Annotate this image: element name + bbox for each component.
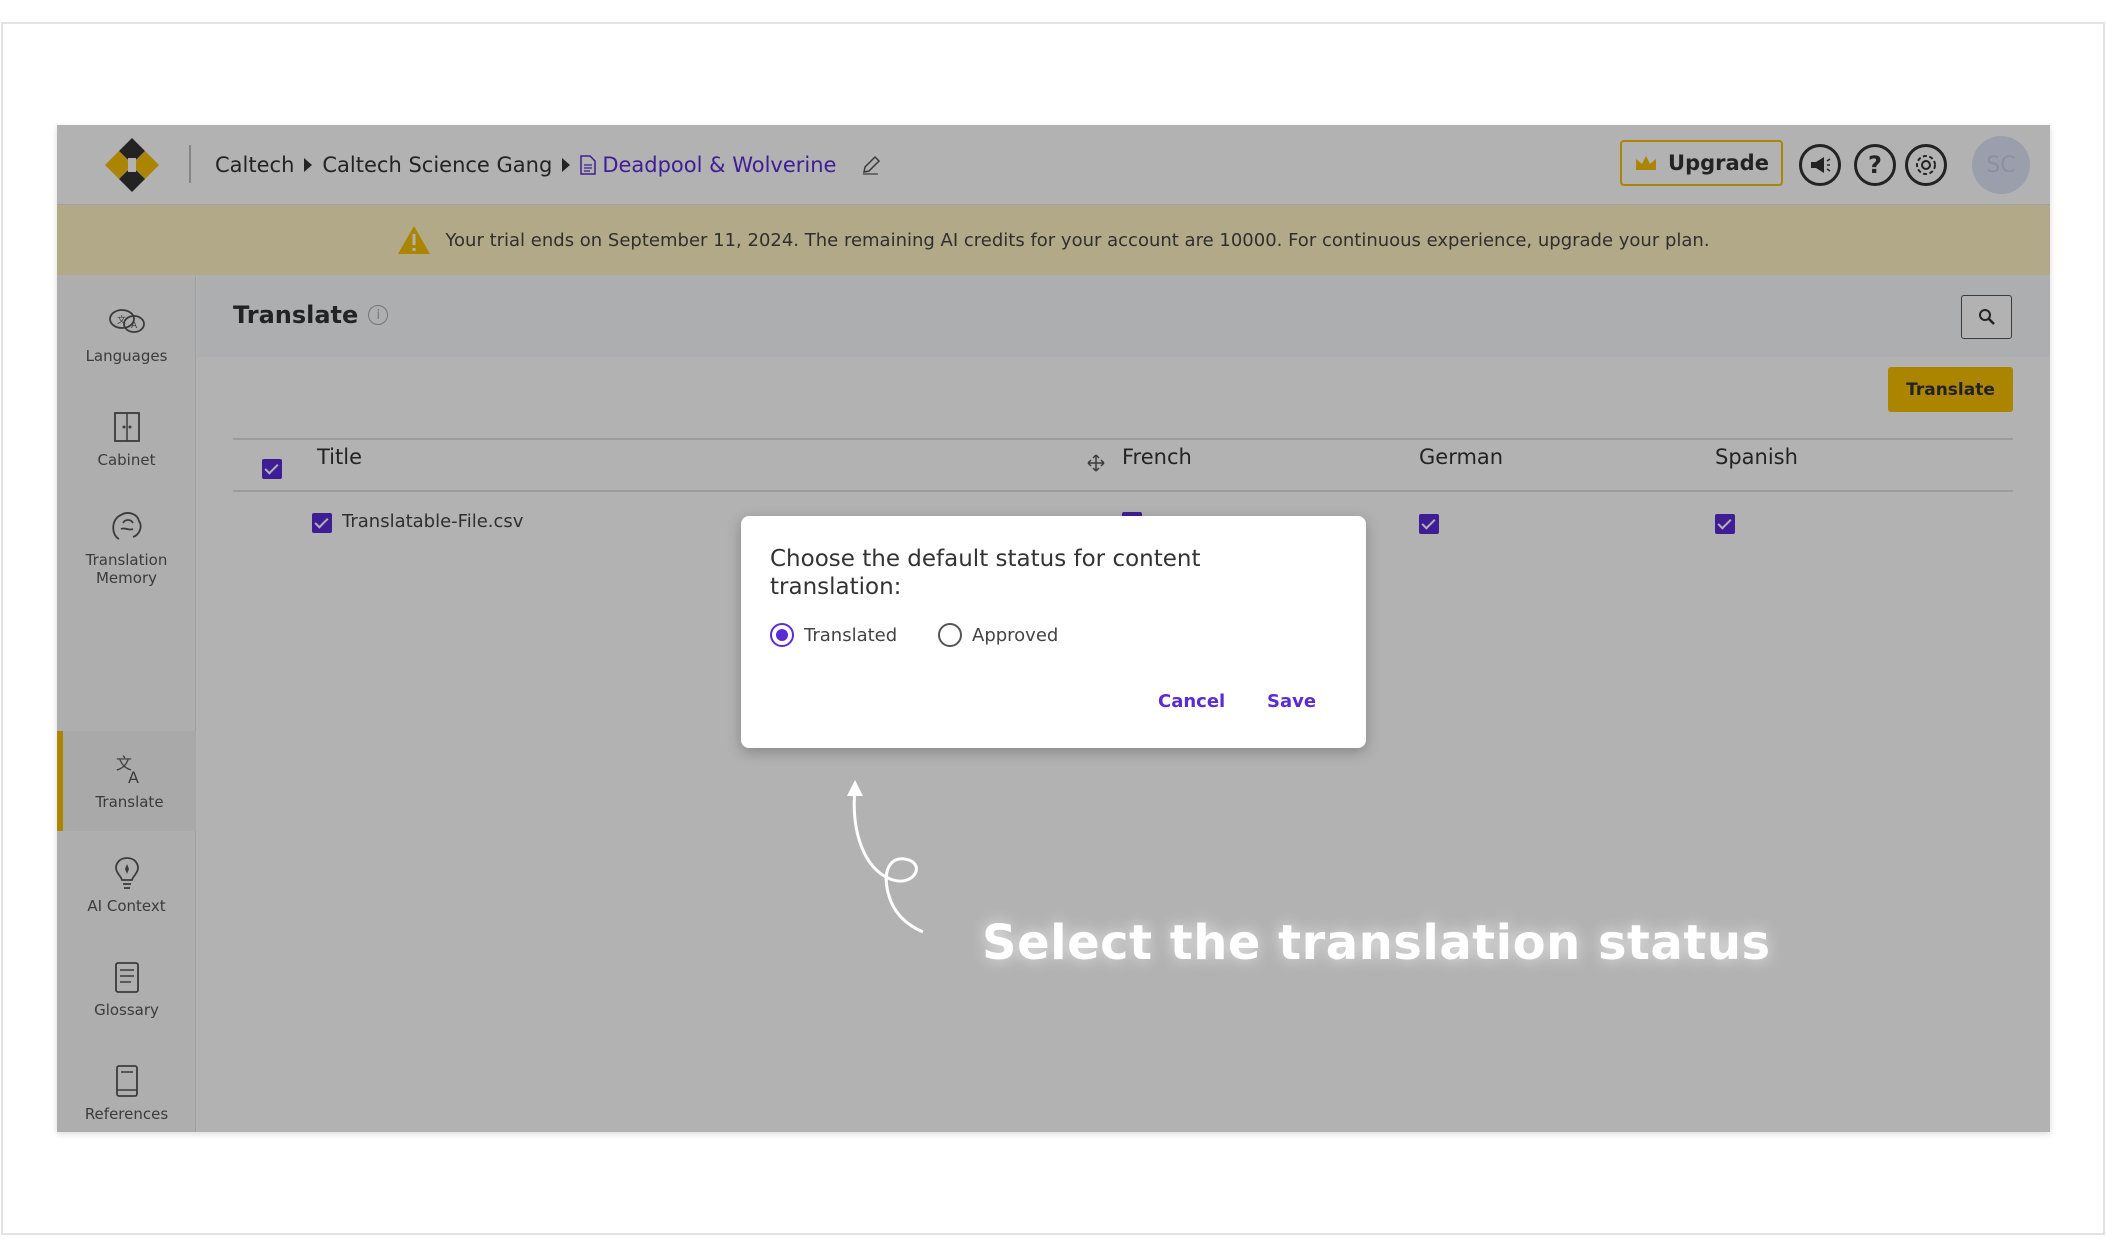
radio-option-translated[interactable]: Translated — [770, 623, 897, 647]
dialog-title: Choose the default status for content tr… — [770, 546, 1201, 600]
screenshot-canvas: Caltech Caltech Science Gang Deadpool & … — [0, 0, 2106, 1256]
radio-button[interactable] — [938, 623, 962, 647]
save-button[interactable]: Save — [1267, 691, 1316, 712]
status-dialog: Choose the default status for content tr… — [741, 516, 1366, 748]
cancel-button[interactable]: Cancel — [1158, 691, 1225, 712]
radio-option-approved[interactable]: Approved — [938, 623, 1058, 647]
annotation-arrow-icon — [847, 780, 924, 934]
app-window: Caltech Caltech Science Gang Deadpool & … — [57, 125, 2050, 1132]
annotation-text: Select the translation status — [982, 915, 1771, 971]
radio-label: Approved — [972, 624, 1059, 646]
radio-button-selected[interactable] — [770, 623, 794, 647]
radio-label: Translated — [804, 624, 898, 646]
